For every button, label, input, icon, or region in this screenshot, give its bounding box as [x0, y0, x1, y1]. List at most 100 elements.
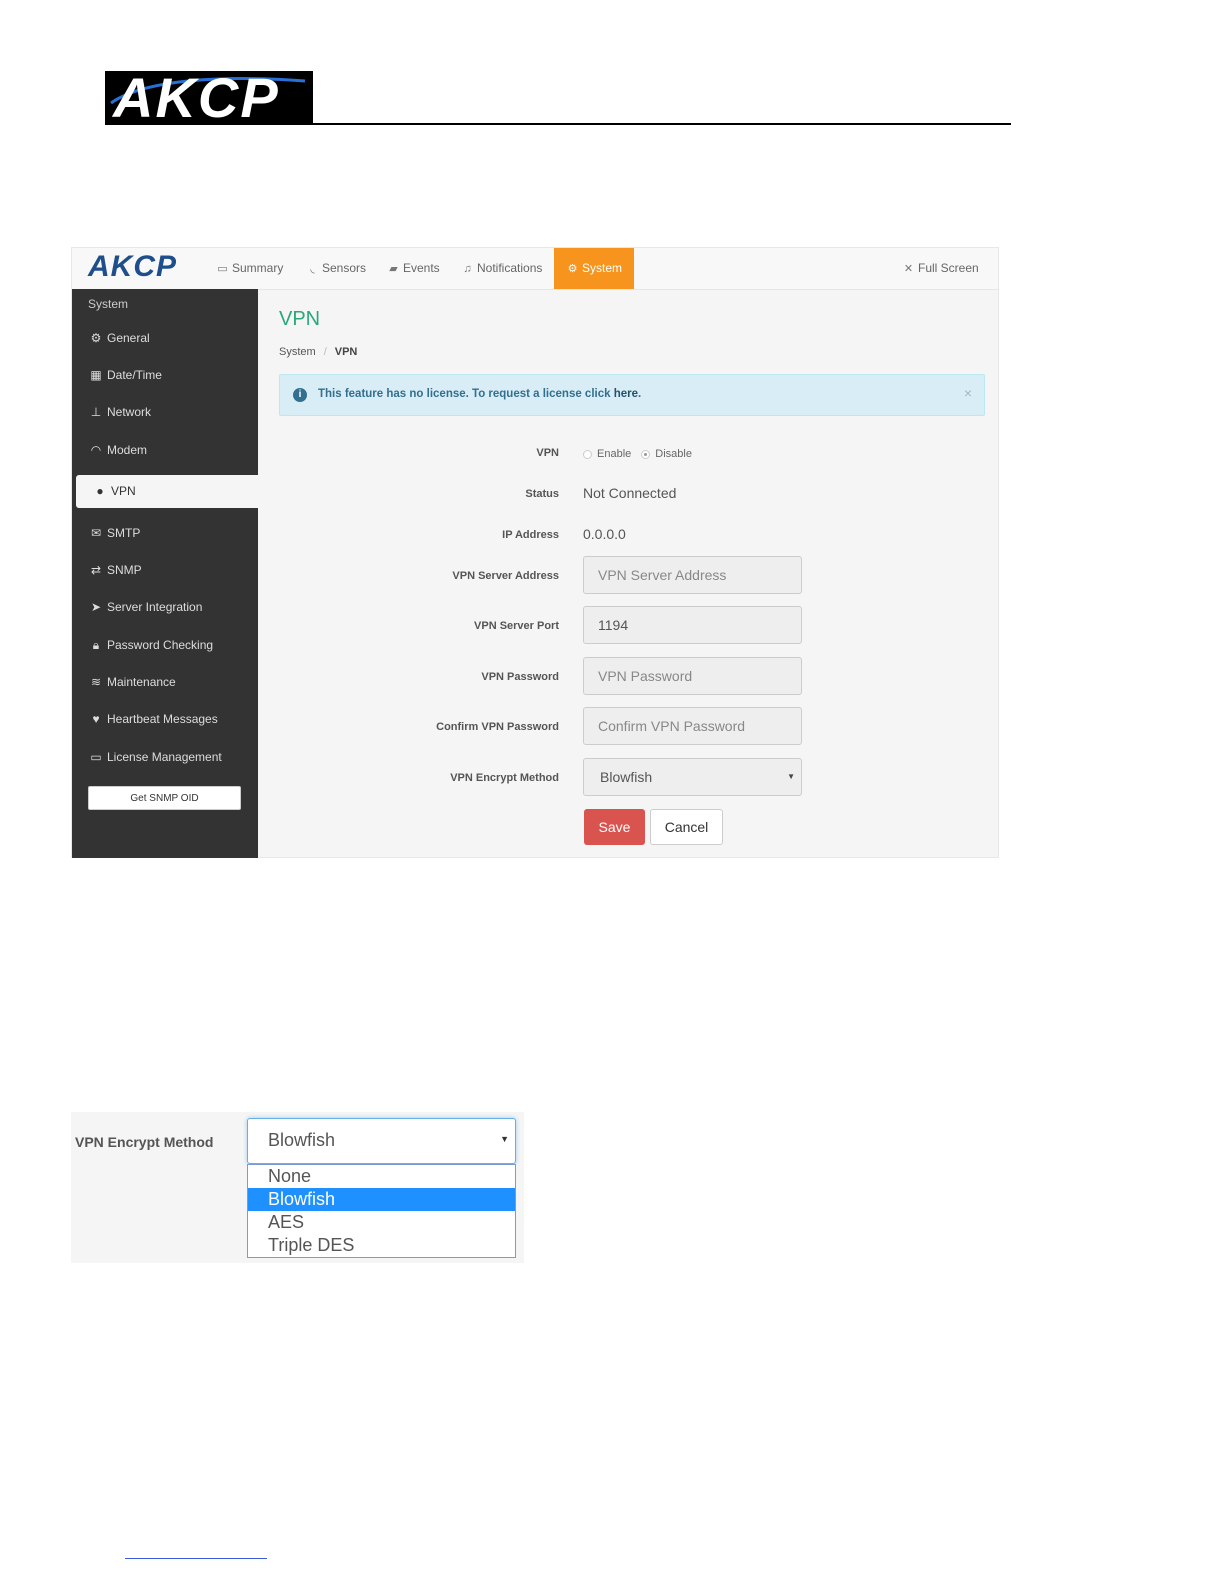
exchange-icon: ⇄ — [90, 563, 102, 577]
vpn-settings-screenshot: AKCP ▭ Summary ◟ Sensors ▰ Events ♫ Notifica… — [71, 247, 999, 858]
sidebar-item-password-checking[interactable]: 🔒︎ Password Checking — [88, 635, 213, 655]
option-triple-des[interactable]: Triple DES — [248, 1234, 515, 1257]
alert-suffix: . — [638, 388, 642, 400]
sidebar-item-modem[interactable]: ◠ Modem — [88, 440, 147, 460]
server-address-label: VPN Server Address — [452, 570, 559, 582]
lock-icon: 🔒︎ — [92, 638, 100, 652]
info-circle-icon: i — [293, 388, 307, 402]
breadcrumb-separator: / — [323, 346, 327, 358]
sidebar-item-label: VPN — [111, 484, 136, 498]
vpn-label: VPN — [536, 447, 559, 459]
sidebar-item-label: SMTP — [107, 526, 141, 540]
server-port-label: VPN Server Port — [474, 620, 559, 632]
globe-icon: ● — [96, 484, 104, 498]
option-none[interactable]: None — [248, 1165, 515, 1188]
caret-down-icon: ▼ — [500, 1134, 509, 1144]
sidebar-item-network[interactable]: ⊥ Network — [88, 402, 151, 422]
option-blowfish[interactable]: Blowfish — [248, 1188, 515, 1211]
caret-down-icon: ▼ — [787, 772, 795, 781]
paper-plane-icon: ➤ — [90, 600, 102, 614]
fullscreen-label: Full Screen — [918, 261, 979, 275]
get-snmp-oid-button[interactable]: Get SNMP OID — [88, 786, 241, 810]
credit-card-icon: ▭ — [90, 750, 102, 764]
ip-address-value: 0.0.0.0 — [583, 526, 626, 542]
save-button[interactable]: Save — [584, 809, 645, 845]
heart-icon: ♥ — [92, 712, 100, 726]
sidebar-item-label: General — [107, 331, 150, 345]
vpn-password-label: VPN Password — [481, 671, 559, 683]
header-rule — [105, 123, 1011, 125]
nav-sensors-label: Sensors — [322, 261, 367, 275]
bell-icon: ♫ — [463, 263, 472, 275]
status-value: Not Connected — [583, 485, 677, 501]
encrypt-method-select[interactable]: Blowfish ▼ — [583, 758, 802, 796]
top-navbar: AKCP ▭ Summary ◟ Sensors ▰ Events ♫ Notifica… — [72, 248, 998, 290]
vpn-password-input[interactable]: VPN Password — [583, 657, 802, 695]
database-icon: ≋ — [90, 675, 102, 689]
sidebar: System ⚙ General ▦ Date/Time ⊥ Network ◠ Mod… — [72, 289, 258, 858]
select-value: Blowfish — [268, 1130, 336, 1150]
app-logo[interactable]: AKCP — [88, 250, 177, 284]
fullscreen-button[interactable]: ✕ Full Screen — [902, 248, 979, 289]
server-address-input[interactable]: VPN Server Address — [583, 556, 802, 594]
sidebar-item-label: Network — [107, 405, 152, 419]
ip-address-label: IP Address — [502, 529, 559, 541]
breadcrumb: System / VPN — [279, 346, 357, 358]
license-alert: i This feature has no license. To reques… — [279, 374, 985, 416]
sidebar-item-label: SNMP — [107, 563, 142, 577]
sidebar-item-snmp[interactable]: ⇄ SNMP — [88, 560, 142, 580]
envelope-icon: ✉ — [90, 526, 102, 540]
sidebar-item-vpn[interactable]: ● VPN — [76, 475, 258, 508]
nav-events-label: Events — [403, 261, 440, 275]
sidebar-item-label: Server Integration — [107, 600, 203, 614]
confirm-password-label: Confirm VPN Password — [436, 721, 559, 733]
confirm-password-input[interactable]: Confirm VPN Password — [583, 707, 802, 745]
vpn-radio-group: Enable Disable — [583, 445, 702, 461]
breadcrumb-parent[interactable]: System — [279, 346, 316, 358]
sidebar-heading: System — [88, 297, 129, 311]
calendar-icon: ▦ — [90, 368, 102, 382]
sidebar-item-license-management[interactable]: ▭ License Management — [88, 747, 222, 767]
book-icon: ▰ — [389, 263, 398, 275]
nav-notifications-label: Notifications — [477, 261, 543, 275]
sidebar-item-label: Date/Time — [107, 368, 162, 382]
gears-icon: ⚙ — [567, 263, 578, 275]
disable-radio[interactable] — [641, 449, 651, 459]
close-icon[interactable]: × — [964, 385, 972, 401]
sidebar-item-label: Modem — [107, 443, 148, 457]
sidebar-item-heartbeat-messages[interactable]: ♥ Heartbeat Messages — [88, 709, 217, 729]
sidebar-item-smtp[interactable]: ✉ SMTP — [88, 523, 140, 543]
option-aes[interactable]: AES — [248, 1211, 515, 1234]
rss-icon: ◟ — [310, 263, 315, 275]
sidebar-item-server-integration[interactable]: ➤ Server Integration — [88, 597, 202, 617]
alert-license-link[interactable]: here — [614, 388, 638, 400]
disable-label: Disable — [655, 448, 692, 461]
document-logo-text: AKCP — [113, 66, 280, 129]
breadcrumb-current: VPN — [334, 346, 358, 358]
status-label: Status — [525, 488, 559, 500]
enable-radio[interactable] — [583, 449, 592, 459]
enable-label: Enable — [597, 448, 632, 461]
nav-sensors[interactable]: ◟ Sensors — [306, 248, 366, 289]
page-title: VPN — [279, 308, 321, 330]
nav-summary[interactable]: ▭ Summary — [216, 248, 283, 289]
nav-summary-label: Summary — [232, 261, 284, 275]
cancel-button[interactable]: Cancel — [650, 809, 723, 845]
footer-link-underline[interactable] — [125, 1558, 267, 1559]
nav-notifications[interactable]: ♫ Notifications — [461, 248, 542, 289]
alert-text: This feature has no license. To request … — [318, 388, 614, 400]
sidebar-item-label: Maintenance — [107, 675, 176, 689]
server-port-input[interactable]: 1194 — [583, 606, 802, 644]
nav-events[interactable]: ▰ Events — [387, 248, 440, 289]
sidebar-item-datetime[interactable]: ▦ Date/Time — [88, 365, 162, 385]
document-logo: AKCP — [105, 66, 313, 129]
encrypt-method-select-open[interactable]: Blowfish ▼ — [247, 1118, 516, 1164]
monitor-icon: ▭ — [217, 263, 228, 275]
nav-system[interactable]: ⚙ System — [554, 248, 635, 289]
sidebar-item-maintenance[interactable]: ≋ Maintenance — [88, 672, 176, 692]
sidebar-item-label: License Management — [107, 750, 222, 764]
wifi-icon: ◠ — [90, 443, 102, 457]
gears-icon: ⚙ — [90, 331, 102, 345]
sidebar-item-label: Password Checking — [107, 638, 214, 652]
sidebar-item-general[interactable]: ⚙ General — [88, 328, 150, 348]
